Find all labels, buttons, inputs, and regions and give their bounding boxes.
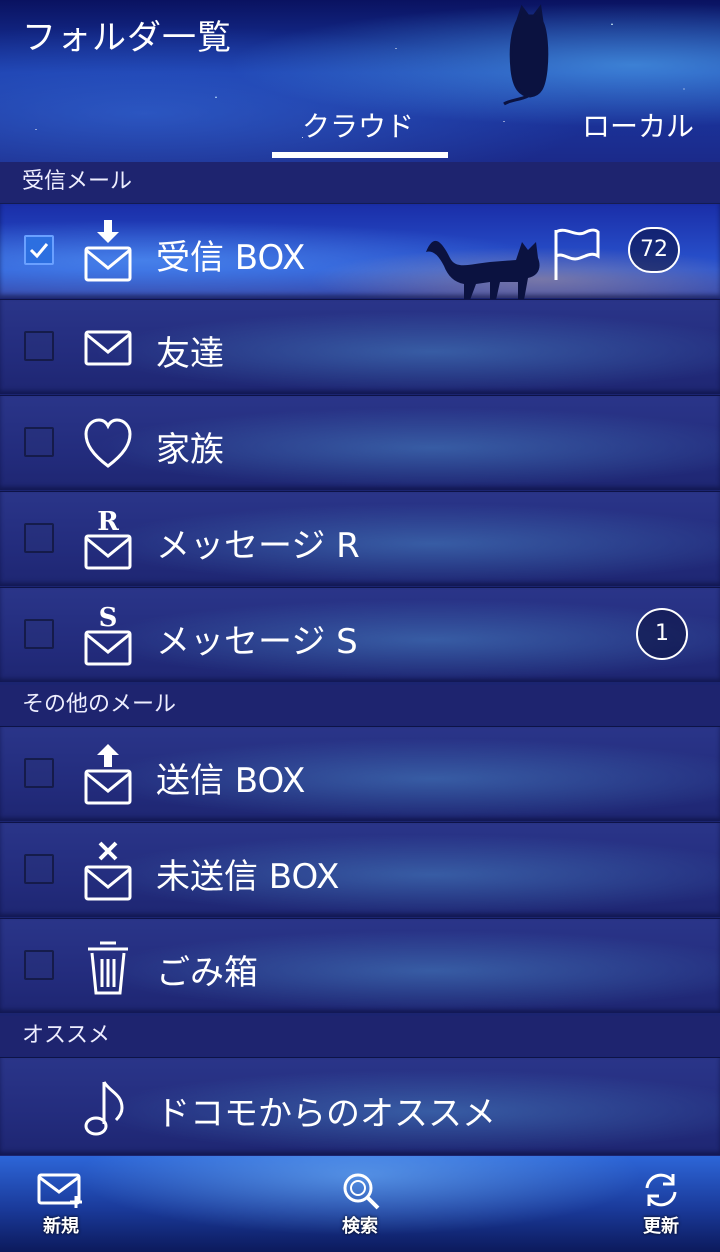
search-icon bbox=[343, 1173, 380, 1210]
unsent-icon bbox=[84, 841, 132, 901]
new-mail-icon bbox=[37, 1173, 82, 1208]
folder-label: 受信 BOX bbox=[156, 238, 306, 278]
new-mail-button[interactable]: 新規 bbox=[16, 1170, 106, 1238]
section-header-inbox: 受信メール bbox=[0, 162, 720, 202]
unread-count-badge: 1 bbox=[636, 608, 688, 660]
folder-checkbox[interactable] bbox=[24, 235, 54, 265]
flag-icon[interactable] bbox=[552, 226, 602, 282]
folder-row-message-s[interactable]: S メッセージ S 1 bbox=[0, 587, 720, 682]
svg-text:R: R bbox=[97, 507, 119, 537]
folder-checkbox[interactable] bbox=[24, 950, 54, 980]
bottom-toolbar: 新規 検索 更新 bbox=[0, 1156, 720, 1252]
refresh-button[interactable]: 更新 bbox=[616, 1170, 706, 1238]
folder-row-friends[interactable]: 友達 bbox=[0, 299, 720, 394]
refresh-icon bbox=[645, 1173, 677, 1207]
music-note-icon bbox=[84, 1081, 124, 1136]
folder-checkbox[interactable] bbox=[24, 331, 54, 361]
folder-checkbox[interactable] bbox=[24, 854, 54, 884]
heart-icon bbox=[84, 418, 132, 468]
svg-text:S: S bbox=[99, 603, 118, 633]
folder-checkbox[interactable] bbox=[24, 619, 54, 649]
unread-count-badge: 72 bbox=[628, 227, 680, 273]
search-label: 検索 bbox=[342, 1216, 378, 1237]
page-title: フォルダ一覧 bbox=[22, 18, 232, 58]
tab-cloud[interactable]: クラウド bbox=[302, 105, 414, 145]
folder-label: ごみ箱 bbox=[156, 953, 258, 993]
message-s-icon: S bbox=[84, 603, 132, 666]
header: フォルダ一覧 クラウド ローカル bbox=[0, 0, 720, 162]
inbox-icon bbox=[84, 220, 132, 282]
folder-checkbox[interactable] bbox=[24, 758, 54, 788]
folder-row-family[interactable]: 家族 bbox=[0, 395, 720, 490]
new-mail-label: 新規 bbox=[43, 1216, 79, 1237]
folder-label: 友達 bbox=[156, 334, 224, 374]
refresh-label: 更新 bbox=[643, 1216, 679, 1237]
tab-local[interactable]: ローカル bbox=[582, 105, 694, 145]
folder-row-docomo-recommend[interactable]: ドコモからのオススメ bbox=[0, 1057, 720, 1155]
trash-icon bbox=[88, 941, 128, 995]
folder-row-message-r[interactable]: R メッセージ R bbox=[0, 491, 720, 586]
cat-silhouette-icon bbox=[426, 240, 540, 300]
folder-label: ドコモからのオススメ bbox=[156, 1094, 496, 1134]
message-r-icon: R bbox=[84, 507, 132, 570]
active-tab-indicator bbox=[272, 152, 448, 158]
folder-row-unsent[interactable]: 未送信 BOX bbox=[0, 822, 720, 917]
folder-label: 送信 BOX bbox=[156, 761, 306, 801]
mail-icon bbox=[84, 330, 132, 366]
folder-checkbox[interactable] bbox=[24, 427, 54, 457]
folder-row-outbox[interactable]: 送信 BOX bbox=[0, 726, 720, 821]
folder-label: メッセージ R bbox=[156, 526, 360, 566]
folder-label: 未送信 BOX bbox=[156, 857, 340, 897]
folder-label: 家族 bbox=[156, 430, 224, 470]
section-header-recommend: オススメ bbox=[0, 1016, 720, 1056]
folder-row-inbox[interactable]: 受信 BOX 72 bbox=[0, 203, 720, 300]
folder-row-trash[interactable]: ごみ箱 bbox=[0, 918, 720, 1013]
cat-silhouette-icon bbox=[503, 4, 549, 106]
tab-bar: クラウド ローカル bbox=[0, 105, 720, 160]
outbox-icon bbox=[84, 744, 132, 805]
folder-label: メッセージ S bbox=[156, 622, 358, 662]
section-header-other: その他のメール bbox=[0, 685, 720, 725]
search-button[interactable]: 検索 bbox=[315, 1170, 405, 1238]
folder-checkbox[interactable] bbox=[24, 523, 54, 553]
